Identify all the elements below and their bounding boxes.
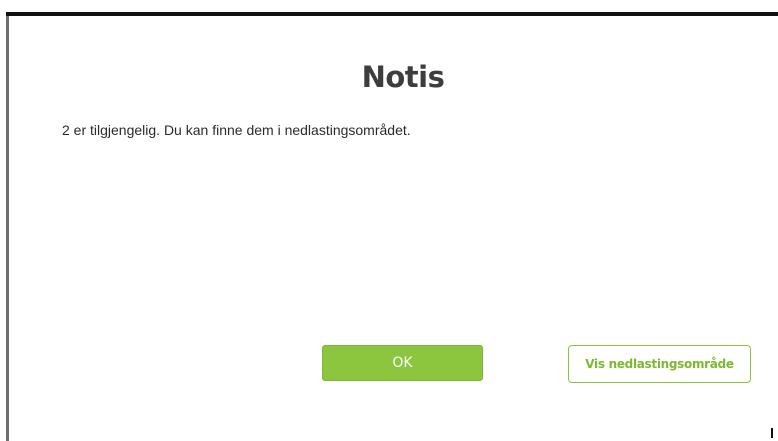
screen: Notis 2 er tilgjengelig. Du kan finne de… — [0, 0, 778, 441]
dialog-title: Notis — [361, 60, 445, 94]
show-downloads-button[interactable]: Vis nedlastingsområde — [568, 345, 751, 383]
ok-button[interactable]: OK — [322, 345, 483, 381]
window-frame-left — [0, 0, 9, 441]
window-frame-corner — [771, 428, 773, 438]
dialog-message: 2 er tilgjengelig. Du kan finne dem i ne… — [62, 122, 411, 138]
